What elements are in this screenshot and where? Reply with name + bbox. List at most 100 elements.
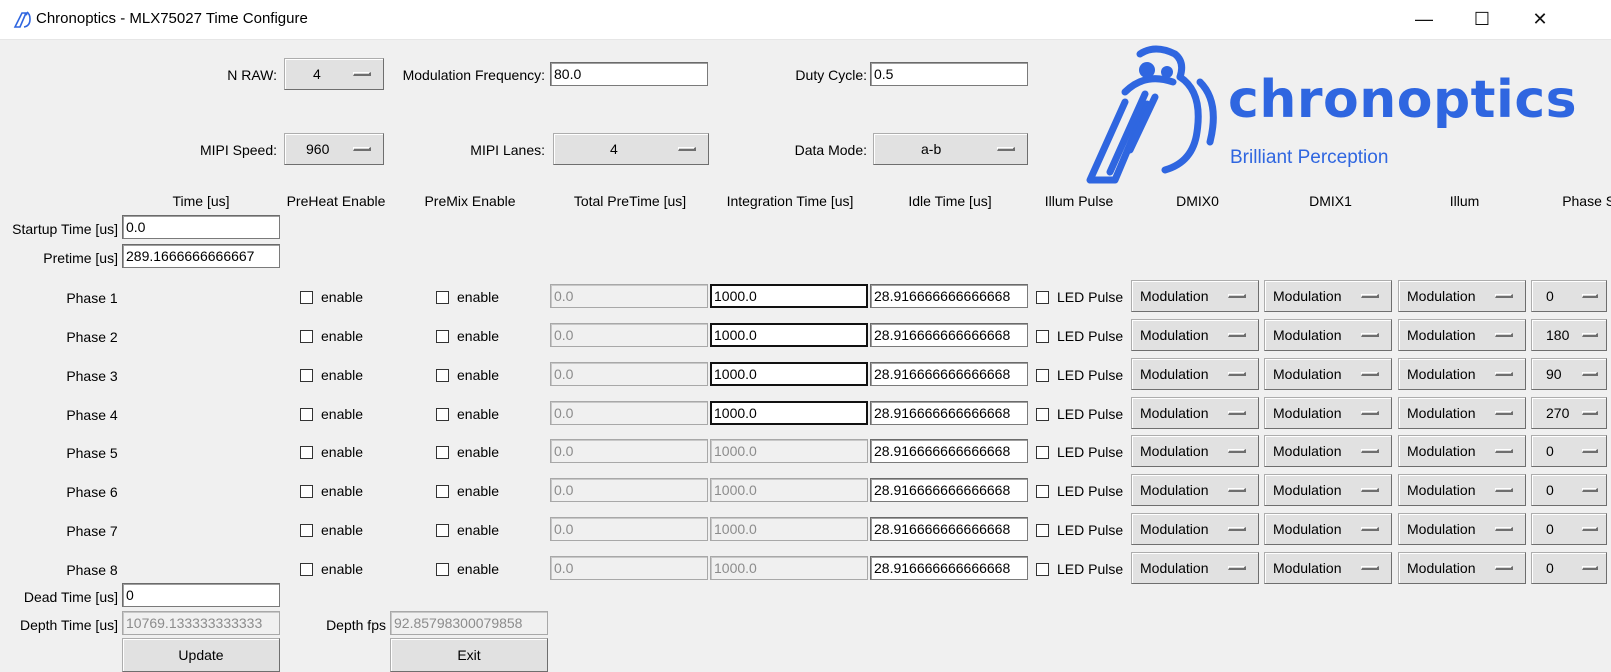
idle-time-input[interactable]: 28.916666666666668: [870, 517, 1028, 541]
depth-time-output: 10769.133333333333: [122, 611, 280, 635]
nraw-select[interactable]: 4: [284, 58, 384, 90]
preheat-enable-checkbox[interactable]: enable: [300, 444, 363, 460]
dmix0-select[interactable]: Modulation: [1131, 358, 1259, 390]
idle-time-input[interactable]: 28.916666666666668: [870, 284, 1028, 308]
phase-shift-select[interactable]: 0: [1531, 552, 1607, 584]
preheat-enable-checkbox[interactable]: enable: [300, 406, 363, 422]
mipi-lanes-select[interactable]: 4: [553, 133, 709, 165]
minimize-button[interactable]: —: [1395, 0, 1453, 39]
preheat-enable-checkbox[interactable]: enable: [300, 561, 363, 577]
led-pulse-checkbox[interactable]: LED Pulse: [1036, 483, 1123, 499]
premix-enable-checkbox[interactable]: enable: [436, 444, 499, 460]
illum-select[interactable]: Modulation: [1398, 319, 1526, 351]
illum-select[interactable]: Modulation: [1398, 552, 1526, 584]
illum-value: Modulation: [1407, 560, 1476, 576]
illum-select[interactable]: Modulation: [1398, 435, 1526, 467]
dmix0-select[interactable]: Modulation: [1131, 280, 1259, 312]
checkbox-label: LED Pulse: [1057, 522, 1124, 538]
dmix0-select[interactable]: Modulation: [1131, 319, 1259, 351]
illum-select[interactable]: Modulation: [1398, 358, 1526, 390]
phase-shift-select[interactable]: 0: [1531, 280, 1607, 312]
phase-shift-select[interactable]: 0: [1531, 474, 1607, 506]
dmix1-select[interactable]: Modulation: [1264, 319, 1392, 351]
data-mode-select[interactable]: a-b: [873, 133, 1028, 165]
illum-select[interactable]: Modulation: [1398, 397, 1526, 429]
startup-time-input[interactable]: 0.0: [122, 215, 280, 239]
dmix0-select[interactable]: Modulation: [1131, 397, 1259, 429]
duty-cycle-input[interactable]: 0.5: [870, 62, 1028, 86]
dmix0-select[interactable]: Modulation: [1131, 474, 1259, 506]
premix-enable-checkbox[interactable]: enable: [436, 561, 499, 577]
preheat-enable-checkbox[interactable]: enable: [300, 289, 363, 305]
led-pulse-checkbox[interactable]: LED Pulse: [1036, 406, 1123, 422]
dmix1-select[interactable]: Modulation: [1264, 397, 1392, 429]
idle-time-input[interactable]: 28.916666666666668: [870, 362, 1028, 386]
illum-select[interactable]: Modulation: [1398, 280, 1526, 312]
preheat-enable-checkbox[interactable]: enable: [300, 483, 363, 499]
header-phase-shift: Phase Shift: [1562, 193, 1611, 209]
update-button[interactable]: Update: [122, 638, 280, 672]
premix-enable-checkbox[interactable]: enable: [436, 328, 499, 344]
dmix1-select[interactable]: Modulation: [1264, 280, 1392, 312]
phase-shift-select[interactable]: 270: [1531, 397, 1607, 429]
premix-enable-checkbox[interactable]: enable: [436, 522, 499, 538]
modulation-frequency-input[interactable]: 80.0: [550, 62, 708, 86]
phase-shift-select[interactable]: 90: [1531, 358, 1607, 390]
dead-time-input[interactable]: 0: [122, 583, 280, 607]
dmix1-select[interactable]: Modulation: [1264, 435, 1392, 467]
phase-shift-select[interactable]: 0: [1531, 435, 1607, 467]
checkbox-label: enable: [321, 367, 364, 383]
integration-time-input[interactable]: 1000.0: [710, 362, 868, 386]
checkbox-box: [300, 562, 313, 576]
idle-time-input[interactable]: 28.916666666666668: [870, 478, 1028, 502]
dmix0-select[interactable]: Modulation: [1131, 435, 1259, 467]
preheat-enable-checkbox[interactable]: enable: [300, 522, 363, 538]
checkbox-label: enable: [457, 444, 500, 460]
maximize-button[interactable]: ☐: [1453, 0, 1511, 39]
dmix1-select[interactable]: Modulation: [1264, 474, 1392, 506]
preheat-enable-checkbox[interactable]: enable: [300, 328, 363, 344]
integration-time-input[interactable]: 1000.0: [710, 323, 868, 347]
phase-shift-select[interactable]: 0: [1531, 513, 1607, 545]
premix-enable-checkbox[interactable]: enable: [436, 406, 499, 422]
checkbox-label: enable: [321, 444, 364, 460]
checkbox-label: enable: [457, 328, 500, 344]
exit-button[interactable]: Exit: [390, 638, 548, 672]
dropdown-indicator-icon: [1361, 294, 1379, 298]
dropdown-indicator-icon: [1228, 488, 1246, 492]
checkbox-box: [436, 562, 449, 576]
illum-select[interactable]: Modulation: [1398, 513, 1526, 545]
illum-value: Modulation: [1407, 482, 1476, 498]
led-pulse-checkbox[interactable]: LED Pulse: [1036, 444, 1123, 460]
illum-select[interactable]: Modulation: [1398, 474, 1526, 506]
phase-shift-select[interactable]: 180: [1531, 319, 1607, 351]
integration-time-input[interactable]: 1000.0: [710, 284, 868, 308]
mipi-speed-select[interactable]: 960: [284, 133, 384, 165]
checkbox-box: [1036, 445, 1049, 459]
led-pulse-checkbox[interactable]: LED Pulse: [1036, 367, 1123, 383]
led-pulse-checkbox[interactable]: LED Pulse: [1036, 289, 1123, 305]
led-pulse-checkbox[interactable]: LED Pulse: [1036, 328, 1123, 344]
dmix1-select[interactable]: Modulation: [1264, 513, 1392, 545]
idle-time-input[interactable]: 28.916666666666668: [870, 401, 1028, 425]
dmix1-select[interactable]: Modulation: [1264, 358, 1392, 390]
preheat-enable-checkbox[interactable]: enable: [300, 367, 363, 383]
dead-time-label: Dead Time [us]: [23, 589, 118, 605]
idle-time-input[interactable]: 28.916666666666668: [870, 323, 1028, 347]
pretime-input[interactable]: 289.1666666666667: [122, 244, 280, 268]
dmix1-select[interactable]: Modulation: [1264, 552, 1392, 584]
led-pulse-checkbox[interactable]: LED Pulse: [1036, 522, 1123, 538]
idle-time-input[interactable]: 28.916666666666668: [870, 439, 1028, 463]
phase-label: Phase 6: [66, 484, 118, 500]
dmix0-select[interactable]: Modulation: [1131, 552, 1259, 584]
checkbox-box: [436, 368, 449, 382]
dmix0-select[interactable]: Modulation: [1131, 513, 1259, 545]
close-button[interactable]: ✕: [1511, 0, 1569, 39]
idle-time-input[interactable]: 28.916666666666668: [870, 556, 1028, 580]
integration-time-input[interactable]: 1000.0: [710, 401, 868, 425]
led-pulse-checkbox[interactable]: LED Pulse: [1036, 561, 1123, 577]
premix-enable-checkbox[interactable]: enable: [436, 367, 499, 383]
dropdown-indicator-icon: [1582, 294, 1598, 298]
premix-enable-checkbox[interactable]: enable: [436, 289, 499, 305]
premix-enable-checkbox[interactable]: enable: [436, 483, 499, 499]
